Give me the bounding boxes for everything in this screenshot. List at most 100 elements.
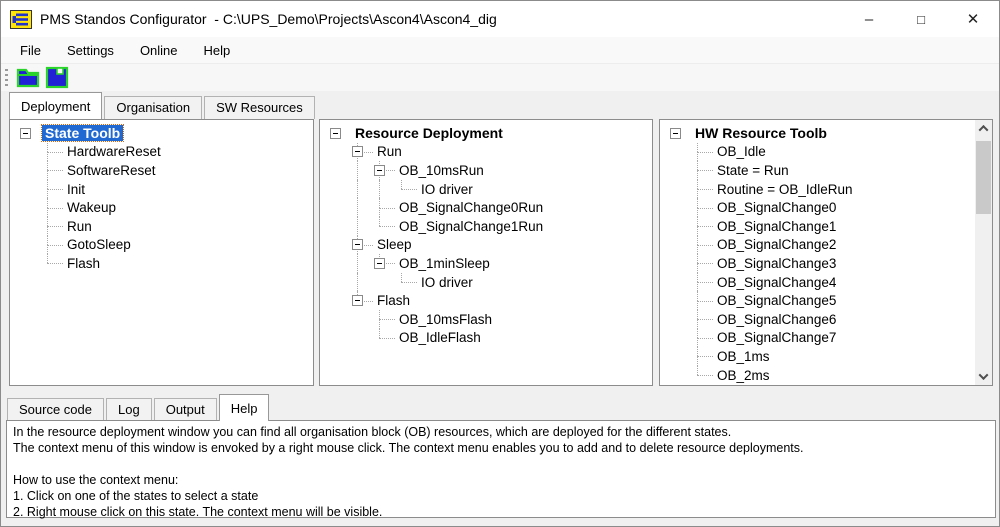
tree-item[interactable]: Init — [20, 179, 313, 199]
tree-item-label: HW Resource Toolb — [695, 125, 827, 142]
expander-minus-icon[interactable] — [374, 257, 385, 269]
tree-item[interactable]: OB_SignalChange2 — [670, 235, 992, 255]
expander-minus-icon[interactable] — [20, 127, 31, 139]
tree-connector — [42, 142, 64, 162]
tree-item[interactable]: IO driver — [330, 272, 652, 292]
tree-item[interactable]: OB_10msFlash — [330, 309, 652, 329]
expander-minus-icon[interactable] — [352, 295, 363, 307]
save-project-button[interactable] — [43, 65, 70, 90]
tree-item[interactable]: SoftwareReset — [20, 161, 313, 180]
tab-deployment[interactable]: Deployment — [9, 92, 103, 119]
vertical-scrollbar[interactable] — [975, 120, 992, 385]
tree-item[interactable]: OB_SignalChange4 — [670, 272, 992, 292]
tree-connector — [352, 142, 374, 162]
maximize-button[interactable]: □ — [895, 1, 947, 37]
tab-help[interactable]: Help — [218, 394, 270, 421]
tree-connector — [42, 179, 64, 199]
tree-indent — [352, 198, 374, 217]
tab-source-code[interactable]: Source code — [7, 398, 104, 421]
tree-item[interactable]: OB_IdleFlash — [330, 328, 652, 348]
tree-item[interactable]: OB_Idle — [670, 142, 992, 162]
open-project-button[interactable] — [14, 65, 41, 90]
scroll-down-button[interactable] — [975, 368, 992, 385]
tree-item[interactable]: OB_2ms — [670, 365, 992, 385]
expander-minus-icon[interactable] — [670, 127, 681, 139]
tree-item-label: OB_Idle — [717, 144, 766, 160]
tree-item[interactable]: OB_SignalChange7 — [670, 328, 992, 348]
close-button[interactable]: ✕ — [947, 1, 999, 37]
menu-bar: File Settings Online Help — [1, 37, 999, 63]
tree-item[interactable]: HardwareReset — [20, 142, 313, 162]
expander-minus-icon[interactable] — [352, 146, 363, 158]
tree-connector — [374, 328, 396, 348]
tree-connector — [352, 235, 374, 255]
tree-connector — [374, 254, 396, 273]
menu-file[interactable]: File — [7, 37, 54, 63]
tree-connector — [374, 161, 396, 180]
tab-output[interactable]: Output — [153, 398, 217, 421]
tree-item-label: State = Run — [717, 162, 789, 178]
expander-minus-icon[interactable] — [330, 127, 341, 139]
tree-item[interactable]: OB_SignalChange0Run — [330, 198, 652, 217]
tree-item[interactable]: HW Resource Toolb — [670, 124, 992, 143]
tree-item[interactable]: Flash — [20, 254, 313, 273]
help-text-line: 1. Click on one of the states to select … — [13, 489, 259, 503]
tree-item[interactable]: OB_SignalChange5 — [670, 291, 992, 310]
tree-item[interactable]: Flash — [330, 291, 652, 310]
menu-online[interactable]: Online — [127, 37, 191, 63]
tree-connector — [692, 272, 714, 292]
tree-item[interactable]: OB_SignalChange6 — [670, 309, 992, 329]
scroll-up-button[interactable] — [975, 120, 992, 137]
tree-item[interactable]: OB_SignalChange1 — [670, 216, 992, 236]
toolbar-grip-icon[interactable] — [5, 68, 8, 87]
tree-item-label: Run — [377, 144, 402, 160]
tree-item[interactable]: State = Run — [670, 161, 992, 180]
menu-help[interactable]: Help — [191, 37, 244, 63]
tree-item[interactable]: Wakeup — [20, 198, 313, 217]
tree-indent — [352, 216, 374, 236]
tree-item[interactable]: IO driver — [330, 179, 652, 199]
toolbar — [1, 63, 999, 91]
tree-connector — [670, 124, 692, 143]
tree-item[interactable]: OB_SignalChange1Run — [330, 216, 652, 236]
tree-item[interactable]: OB_1minSleep — [330, 254, 652, 273]
tab-log[interactable]: Log — [106, 398, 152, 421]
tree-item[interactable]: Resource Deployment — [330, 124, 652, 143]
tree-item[interactable]: Sleep — [330, 235, 652, 255]
tree-item[interactable]: Routine = OB_IdleRun — [670, 179, 992, 199]
scrollbar-thumb[interactable] — [976, 141, 991, 214]
tree-item[interactable]: OB_10msRun — [330, 161, 652, 180]
tree-item[interactable]: OB_SignalChange0 — [670, 198, 992, 217]
expander-minus-icon[interactable] — [374, 164, 385, 176]
tree-connector — [692, 365, 714, 385]
main-tab-strip: Deployment Organisation SW Resources — [1, 91, 999, 119]
tree-item[interactable]: Run — [330, 142, 652, 162]
tree-item[interactable]: State Toolb — [20, 124, 313, 143]
tree-connector — [42, 161, 64, 180]
tab-organisation[interactable]: Organisation — [104, 96, 203, 119]
help-text-line: How to use the context menu: — [13, 473, 179, 487]
expander-minus-icon[interactable] — [352, 239, 363, 251]
tree-item[interactable]: OB_1ms — [670, 347, 992, 366]
tree-item-label: SoftwareReset — [67, 162, 156, 178]
tree-item[interactable]: GotoSleep — [20, 235, 313, 255]
tree-item-label: OB_SignalChange0 — [717, 200, 837, 216]
tab-sw-resources[interactable]: SW Resources — [204, 96, 315, 119]
tree-item[interactable]: OB_SignalChange3 — [670, 254, 992, 273]
tree-item[interactable]: Run — [20, 216, 313, 236]
minimize-button[interactable]: – — [843, 1, 895, 37]
help-text-line: 2. Right mouse click on this state. The … — [13, 505, 383, 519]
tree-item-label: OB_SignalChange2 — [717, 237, 837, 253]
menu-settings[interactable]: Settings — [54, 37, 127, 63]
tree-indent — [352, 254, 374, 273]
tree-item-label: OB_SignalChange4 — [717, 274, 837, 290]
tree-item-label: OB_SignalChange6 — [717, 311, 837, 327]
